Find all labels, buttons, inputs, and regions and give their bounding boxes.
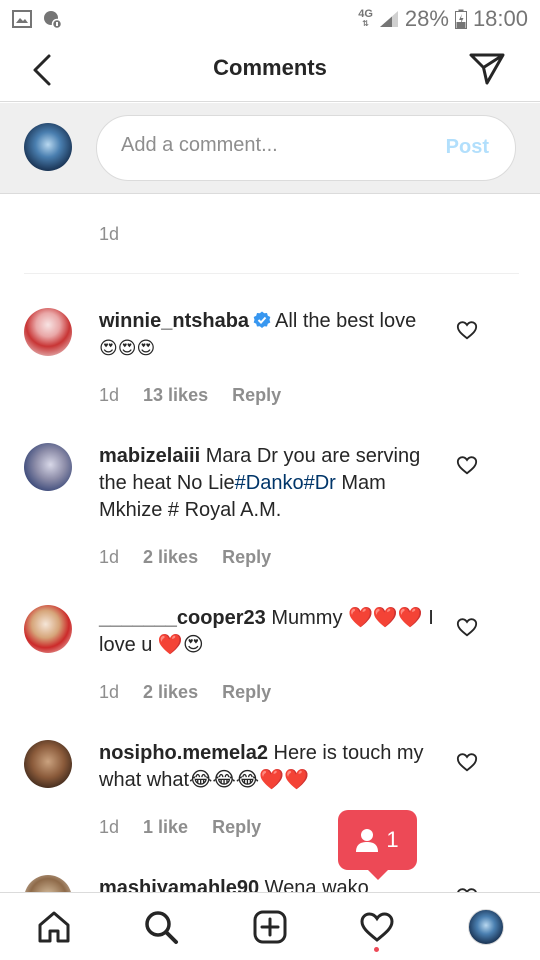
header: Comments (0, 38, 540, 102)
comment-body: nosipho.memela2 Here is touch my what wh… (99, 740, 439, 794)
comment-text: All the best love (275, 310, 417, 332)
comment-body: mashiyamahle90 Wena wako (99, 875, 439, 892)
my-avatar (24, 123, 72, 171)
battery-percent: 28% (404, 6, 449, 31)
divider (24, 273, 519, 274)
signal-icon (379, 11, 398, 27)
location-sync-icon (44, 11, 62, 29)
likes-count[interactable]: 2 likes (143, 682, 198, 703)
commenter-avatar[interactable] (24, 740, 72, 788)
network-type: 4G (358, 8, 373, 20)
hashtag-link[interactable]: #Danko (235, 472, 304, 494)
clock: 18:00 (472, 6, 528, 31)
bottom-nav (0, 892, 540, 960)
nav-home[interactable] (36, 909, 72, 945)
nav-profile-avatar[interactable] (468, 909, 504, 945)
network-arrows-icon: ⇅ (362, 19, 369, 28)
post-button[interactable]: Post (446, 136, 489, 159)
gallery-icon (12, 10, 32, 28)
like-heart-icon[interactable] (456, 454, 478, 476)
comment-username[interactable]: nosipho.memela2 (99, 742, 268, 764)
status-right: 4G ⇅ 28% 18:00 (358, 6, 528, 32)
like-heart-icon[interactable] (456, 616, 478, 638)
home-icon (38, 911, 70, 943)
activity-dot (374, 947, 379, 952)
comment-body: mabizelaiii Mara Dr you are serving the … (99, 443, 444, 524)
nav-new-post[interactable] (252, 909, 288, 945)
like-heart-icon[interactable] (456, 751, 478, 773)
comment-time: 1d (99, 817, 120, 837)
likes-count[interactable]: 13 likes (143, 385, 208, 406)
comment-meta: 1d 13 likes Reply (99, 385, 281, 406)
likes-count[interactable]: 2 likes (143, 547, 198, 568)
comment-body: _______cooper23 Mummy ❤️❤️❤️ I love u ❤️… (99, 605, 439, 659)
page-title: Comments (213, 55, 327, 80)
comment-time: 1d (99, 682, 120, 702)
comment-emoji: 😍😍😍 (99, 338, 156, 359)
person-icon (356, 829, 379, 852)
battery-icon (454, 9, 467, 29)
comment-box: Post (96, 115, 516, 181)
commenter-avatar[interactable] (24, 308, 72, 356)
comment-meta: 1d 1 like Reply (99, 817, 261, 838)
comment-time: 1d (99, 547, 120, 567)
comment-input[interactable] (121, 134, 421, 157)
share-button[interactable] (468, 50, 506, 88)
search-icon (145, 911, 178, 944)
comment-username[interactable]: winnie_ntshaba (99, 310, 249, 332)
status-bar: 4G ⇅ 28% 18:00 (0, 0, 540, 38)
comment-meta: 1d 2 likes Reply (99, 547, 271, 568)
reply-button[interactable]: Reply (212, 817, 261, 838)
comment-list: 1d winnie_ntshaba All the best love 😍😍😍 … (0, 195, 540, 892)
comment-composer: Post (0, 103, 540, 194)
commenter-avatar[interactable] (24, 875, 72, 892)
comment-username[interactable]: mashiyamahle90 (99, 877, 259, 892)
reply-button[interactable]: Reply (222, 547, 271, 568)
nav-activity[interactable] (359, 909, 395, 945)
commenter-avatar[interactable] (24, 605, 72, 653)
comment-username[interactable]: mabizelaiii (99, 445, 200, 467)
status-left (12, 9, 62, 29)
likes-count[interactable]: 1 like (143, 817, 188, 838)
verified-badge-icon (253, 311, 271, 328)
comment-time: 1d (99, 385, 120, 405)
network-indicator: 4G ⇅ (358, 9, 373, 29)
nav-search[interactable] (143, 909, 179, 945)
commenter-avatar[interactable] (24, 443, 72, 491)
heart-icon (360, 912, 394, 942)
comment-time: 1d (99, 224, 120, 244)
hashtag-link[interactable]: #Dr (304, 472, 336, 494)
comment-text: Wena wako (264, 877, 369, 892)
reply-button[interactable]: Reply (232, 385, 281, 406)
notification-count: 1 (386, 827, 399, 852)
comment-meta: 1d (99, 224, 119, 245)
plus-square-icon (253, 910, 287, 944)
like-heart-icon[interactable] (456, 319, 478, 341)
activity-notification[interactable]: 1 (338, 810, 417, 880)
comment-meta: 1d 2 likes Reply (99, 682, 271, 703)
paper-plane-icon (469, 53, 505, 85)
comment-body: winnie_ntshaba All the best love 😍😍😍 (99, 308, 439, 362)
comment-username[interactable]: _______cooper23 (99, 607, 266, 629)
reply-button[interactable]: Reply (222, 682, 271, 703)
